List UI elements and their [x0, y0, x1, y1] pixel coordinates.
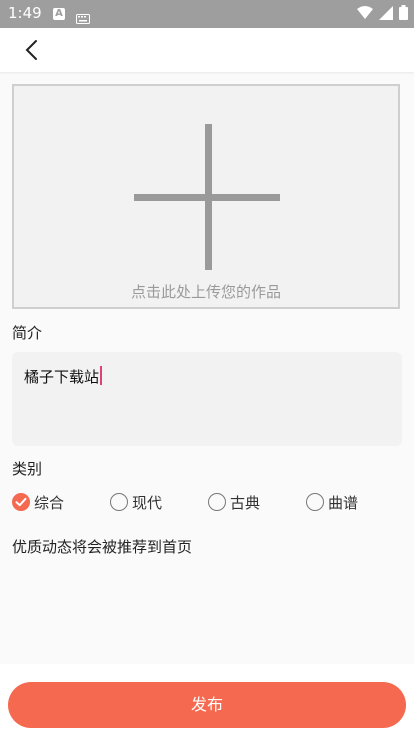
radio-unchecked-icon: [306, 493, 324, 511]
back-button[interactable]: [18, 36, 46, 64]
radio-label: 综合: [34, 493, 65, 512]
radio-label: 曲谱: [328, 493, 359, 512]
radio-option-classical[interactable]: 古典: [208, 490, 260, 514]
signal-icon: [379, 5, 393, 24]
category-radio-group: 综合 现代 古典 曲谱: [12, 490, 402, 514]
radio-unchecked-icon: [208, 493, 226, 511]
wifi-icon: [357, 5, 373, 24]
status-bar: 1:49 A: [0, 0, 414, 28]
intro-label: 简介: [12, 324, 43, 342]
keyboard-icon: [76, 9, 90, 28]
chevron-left-icon: [25, 40, 37, 60]
publish-button[interactable]: 发布: [8, 682, 406, 728]
radio-option-score[interactable]: 曲谱: [306, 490, 358, 514]
battery-icon: [399, 5, 408, 24]
radio-option-modern[interactable]: 现代: [110, 490, 162, 514]
category-label: 类别: [12, 460, 43, 478]
radio-label: 现代: [132, 493, 163, 512]
radio-checked-icon: [12, 493, 30, 511]
intro-input[interactable]: 橘子下载站: [12, 352, 402, 446]
radio-option-comprehensive[interactable]: 综合: [12, 490, 64, 514]
a-notification-icon: A: [53, 8, 65, 20]
recommendation-note: 优质动态将会被推荐到首页: [12, 538, 193, 556]
text-caret: [100, 366, 103, 385]
radio-label: 古典: [230, 493, 261, 512]
app-bar: [0, 28, 414, 72]
plus-icon-horizontal: [134, 194, 280, 201]
upload-work-area[interactable]: 点击此处上传您的作品: [12, 84, 400, 309]
intro-input-value: 橘子下载站: [24, 366, 103, 387]
upload-hint: 点击此处上传您的作品: [130, 283, 281, 301]
status-time: 1:49: [8, 4, 42, 22]
radio-unchecked-icon: [110, 493, 128, 511]
